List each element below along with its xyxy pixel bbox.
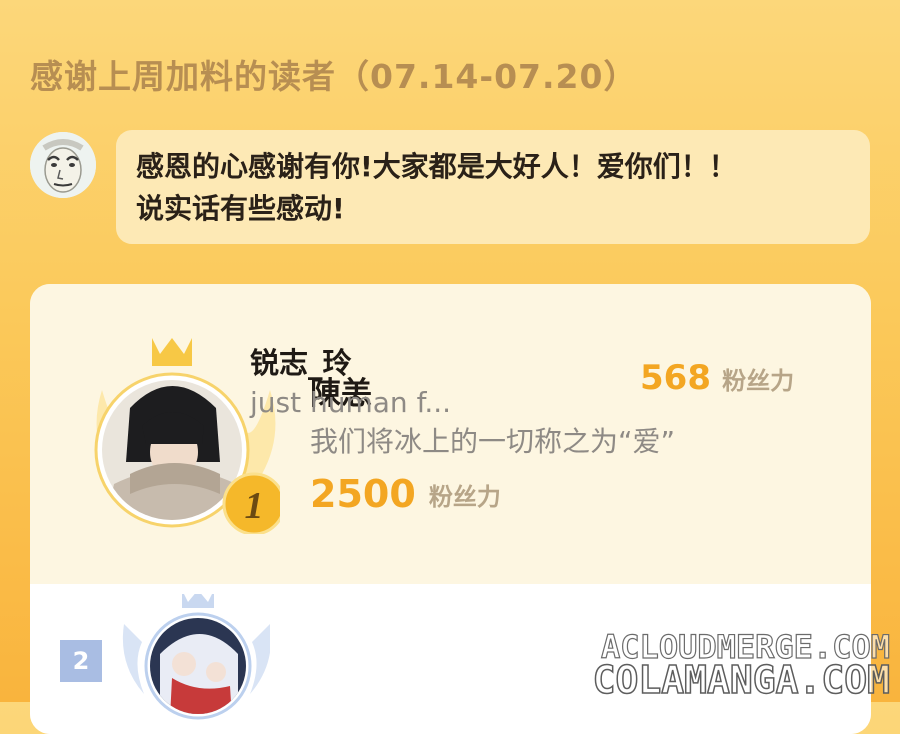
crown-icon bbox=[152, 338, 192, 366]
rank-2-fans-value: 568 bbox=[640, 358, 711, 398]
rank-2-motto: just human f... bbox=[250, 386, 452, 419]
commenter-avatar[interactable] bbox=[30, 132, 96, 198]
crown-icon bbox=[182, 590, 214, 608]
thanks-message-bubble: 感恩的心感谢有你!大家都是大好人！爱你们！！ 说实话有些感动! bbox=[116, 130, 870, 244]
rank-1-fans-power: 2500 粉丝力 bbox=[310, 472, 501, 516]
rank-2-badge: 2 bbox=[60, 640, 102, 682]
wing-right-icon bbox=[250, 624, 272, 694]
rank-2-username[interactable]: 锐志_玲 bbox=[250, 340, 352, 382]
rank-1-avatar-frame: 1 bbox=[94, 338, 286, 536]
watermark-colamanga: COLAMANGA.COM bbox=[592, 657, 891, 703]
page-title: 感谢上周加料的读者（07.14-07.20） bbox=[30, 57, 638, 96]
rank-2-fans-label: 粉丝力 bbox=[722, 366, 795, 395]
wing-left-icon bbox=[122, 624, 144, 694]
meme-face-avatar-icon bbox=[30, 132, 96, 198]
rank-1-fans-value: 2500 bbox=[310, 472, 416, 516]
rank-1-fans-label: 粉丝力 bbox=[428, 482, 501, 511]
rank-2-emblem[interactable] bbox=[120, 590, 272, 734]
rank-1-motto: 我们将冰上的一切称之为“爱” bbox=[310, 425, 676, 458]
message-line-2: 说实话有些感动! bbox=[136, 192, 345, 225]
rank-2-avatar-frame bbox=[122, 590, 272, 720]
rank-2-fans-power: 568 粉丝力 bbox=[640, 358, 794, 398]
rank-1-emblem[interactable]: 1 bbox=[70, 334, 286, 536]
rank-1-entry[interactable]: 1 陳恙 我们将冰上的一切称之为“爱” 2500 粉丝力 bbox=[30, 284, 871, 584]
message-line-1: 感恩的心感谢有你!大家都是大好人！爱你们！！ bbox=[136, 150, 737, 183]
rank-1-number: 1 bbox=[245, 485, 264, 527]
